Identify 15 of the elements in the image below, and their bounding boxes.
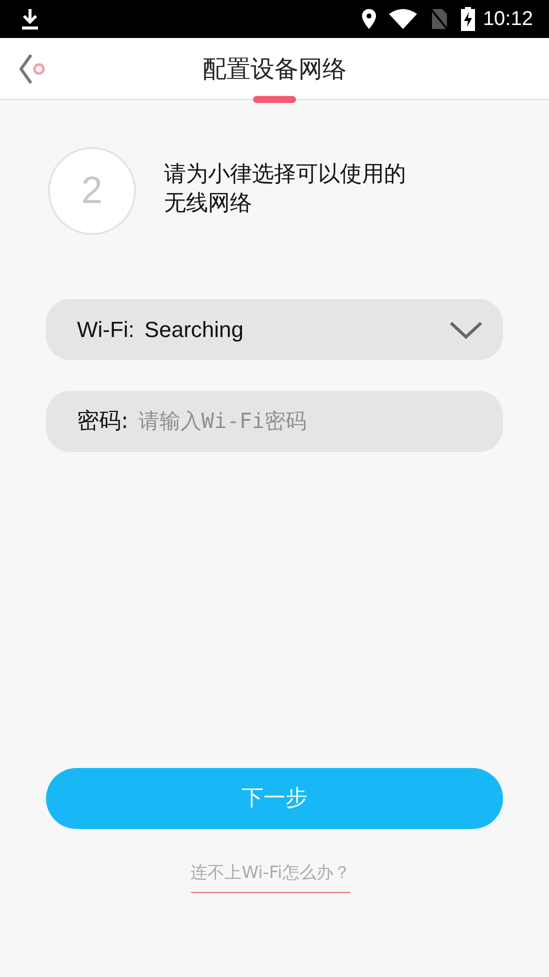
- password-field[interactable]: 密码: 请输入Wi-Fi密码: [46, 391, 503, 452]
- wifi-dropdown[interactable]: Wi-Fi: Searching: [46, 299, 503, 360]
- location-icon: [360, 8, 377, 30]
- download-icon: [20, 7, 40, 31]
- password-label: 密码:: [77, 408, 128, 436]
- wifi-icon: [388, 8, 417, 30]
- password-input[interactable]: 请输入Wi-Fi密码: [138, 406, 483, 438]
- step-instruction: 请为小律选择可以使用的无线网络: [164, 161, 407, 218]
- wifi-value: Searching: [144, 316, 244, 344]
- page-title: 配置设备网络: [202, 54, 346, 84]
- chevron-down-icon: [449, 320, 483, 338]
- title-indicator: [253, 96, 296, 103]
- wifi-label: Wi-Fi:: [77, 316, 134, 344]
- status-time: 10:12: [482, 7, 533, 32]
- battery-charging-icon: [460, 7, 475, 31]
